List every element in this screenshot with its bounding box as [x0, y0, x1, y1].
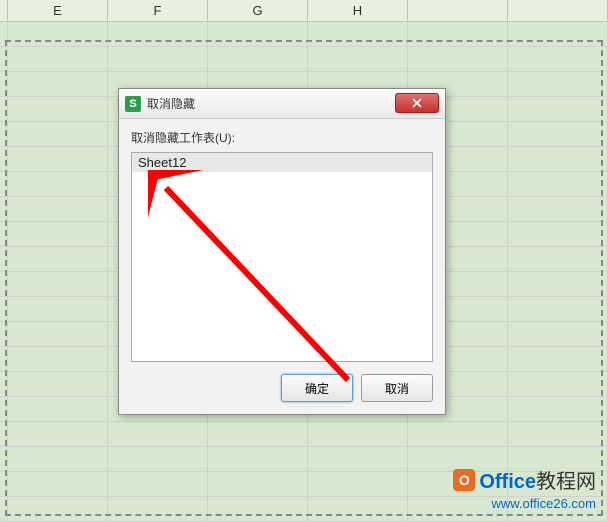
close-button[interactable]: [395, 93, 439, 113]
watermark-brand: Office教程网: [479, 465, 596, 494]
unhide-dialog: S 取消隐藏 取消隐藏工作表(U): Sheet12 确定 取消: [118, 88, 446, 415]
col-header-f[interactable]: F: [108, 0, 208, 21]
watermark: O Office教程网 www.office26.com: [453, 465, 596, 511]
column-header-row: E F G H: [0, 0, 608, 22]
col-header-extra1[interactable]: [408, 0, 508, 21]
col-header-h[interactable]: H: [308, 0, 408, 21]
unhide-label: 取消隐藏工作表(U):: [131, 129, 433, 146]
list-item[interactable]: Sheet12: [132, 153, 432, 172]
close-icon: [412, 98, 422, 108]
watermark-url: www.office26.com: [453, 496, 596, 511]
dialog-titlebar[interactable]: S 取消隐藏: [119, 89, 445, 119]
watermark-brand-cn: 教程网: [536, 471, 596, 493]
dialog-title: 取消隐藏: [147, 95, 195, 112]
dialog-body: 取消隐藏工作表(U): Sheet12 确定 取消: [119, 119, 445, 414]
col-header-g[interactable]: G: [208, 0, 308, 21]
ok-button[interactable]: 确定: [281, 374, 353, 402]
col-header-extra2[interactable]: [508, 0, 608, 21]
cancel-button[interactable]: 取消: [361, 374, 433, 402]
col-header-stub: [0, 0, 8, 21]
watermark-brand-en: Office: [479, 471, 536, 493]
app-icon: S: [125, 96, 141, 112]
sheet-listbox[interactable]: Sheet12: [131, 152, 433, 362]
dialog-button-row: 确定 取消: [131, 374, 433, 402]
watermark-logo-icon: O: [453, 469, 475, 491]
col-header-e[interactable]: E: [8, 0, 108, 21]
